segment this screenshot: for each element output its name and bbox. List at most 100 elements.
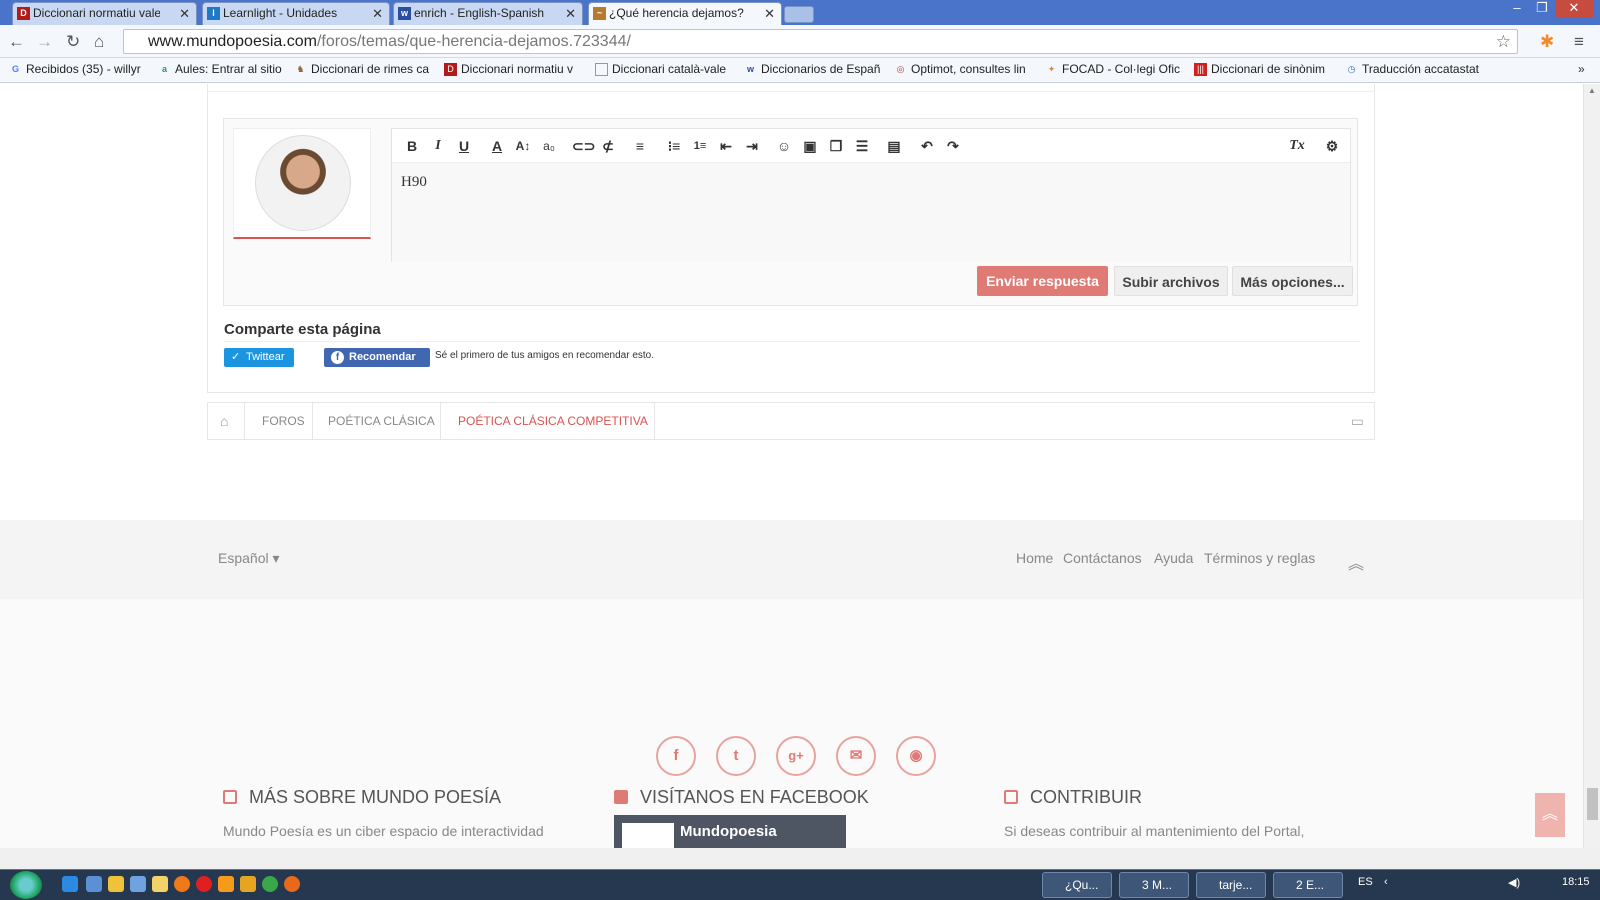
acrobat-icon[interactable] (196, 876, 212, 892)
bookmark-item[interactable]: G Recibidos (35) - willyr (7, 58, 145, 80)
twitter-share-button[interactable]: ✓ Twittear (224, 348, 294, 367)
google-plus-icon[interactable]: g+ (776, 736, 816, 776)
bookmark-item[interactable]: a Aules: Entrar al sitio (156, 58, 284, 80)
folder-icon[interactable] (152, 876, 168, 892)
tab-mundopoesia[interactable]: ~ ¿Qué herencia dejamos? | ✕ (588, 2, 782, 25)
tab-learnlight[interactable]: l Learnlight - Unidades ✕ (202, 2, 390, 25)
upload-files-button[interactable]: Subir archivos (1114, 266, 1228, 296)
close-tab-icon[interactable]: ✕ (764, 3, 775, 24)
taskbar-word[interactable]: 3 M... (1119, 872, 1189, 898)
bold-icon[interactable]: B (402, 137, 422, 155)
outlook-icon[interactable] (108, 876, 124, 892)
close-window-icon[interactable]: ✕ (1555, 0, 1593, 18)
insert-icon[interactable]: ☰ (852, 137, 872, 155)
input-language[interactable]: ES (1358, 876, 1373, 888)
app-icon[interactable] (240, 876, 256, 892)
image-icon[interactable]: ▣ (800, 137, 820, 155)
bookmark-item[interactable]: ✦ FOCAD - Col·legi Ofic (1043, 58, 1181, 80)
taskbar-explorer[interactable]: 2 E... (1273, 872, 1343, 898)
save-draft-icon[interactable]: ▤ (884, 137, 904, 155)
avatar[interactable] (255, 135, 351, 231)
unlink-icon[interactable]: ⊄ (598, 137, 618, 155)
scroll-top-icon[interactable]: ︽ (1348, 550, 1364, 574)
font-color-icon[interactable]: A (487, 137, 507, 155)
send-reply-button[interactable]: Enviar respuesta (977, 266, 1108, 296)
bookmark-item[interactable]: w Diccionarios de Españ (742, 58, 880, 80)
bookmark-item[interactable]: ♞ Diccionari de rimes ca (292, 58, 431, 80)
footer-link-home[interactable]: Home (1016, 550, 1053, 566)
language-chooser[interactable]: Español ▾ (218, 550, 280, 567)
media-icon[interactable]: ❐ (826, 137, 846, 155)
tab-diccionari[interactable]: D Diccionari normatiu valen ✕ (12, 2, 197, 25)
address-bar[interactable]: www.mundopoesia.com/foros/temas/que-here… (123, 29, 1518, 54)
start-button[interactable] (10, 871, 42, 899)
twitter-icon[interactable]: t (716, 736, 756, 776)
forward-icon[interactable]: → (36, 32, 53, 52)
bookmark-item[interactable]: Diccionari català-vale (593, 58, 731, 80)
footer-link-terms[interactable]: Términos y reglas (1204, 550, 1315, 566)
close-tab-icon[interactable]: ✕ (372, 3, 383, 24)
editor-content[interactable]: H90 (392, 163, 1350, 262)
bookmark-item[interactable]: ◎ Optimot, consultes lin (892, 58, 1030, 80)
tab-wordreference[interactable]: w enrich - English-Spanish D ✕ (393, 2, 583, 25)
rss-icon[interactable]: ◉ (896, 736, 936, 776)
bookmark-item[interactable]: ||| Diccionari de sinònim (1192, 58, 1330, 80)
more-options-button[interactable]: Más opciones... (1232, 266, 1353, 296)
smiley-icon[interactable]: ☺ (774, 137, 794, 155)
more-bookmarks-icon[interactable]: » (1578, 58, 1585, 80)
reload-icon[interactable]: ↻ (66, 32, 80, 52)
back-to-top-button[interactable]: ︽ (1535, 793, 1565, 837)
chrome-icon[interactable] (262, 876, 278, 892)
breadcrumb-current[interactable]: POÉTICA CLÁSICA COMPETITIVA (458, 403, 648, 439)
facebook-page-widget[interactable]: Mundopoesia (614, 815, 846, 848)
app-icon[interactable] (174, 876, 190, 892)
taskbar-chrome[interactable]: ¿Qu... (1042, 872, 1112, 898)
taskbar-pdf[interactable]: tarje... (1196, 872, 1266, 898)
align-icon[interactable]: ≡ (630, 137, 650, 155)
outdent-icon[interactable]: ⇤ (716, 137, 736, 155)
ie-icon[interactable] (62, 876, 78, 892)
bookmark-item[interactable]: ◷ Traducción accatastat (1343, 58, 1481, 80)
show-hidden-icons[interactable]: ‹ (1384, 876, 1388, 888)
italic-icon[interactable]: I (428, 137, 448, 155)
breadcrumb-poetica-clasica[interactable]: POÉTICA CLÁSICA (328, 403, 435, 439)
breadcrumb-foros[interactable]: FOROS (262, 403, 305, 439)
explorer-icon[interactable] (130, 876, 146, 892)
bullet-list-icon[interactable]: ⁝≡ (664, 137, 684, 155)
undo-icon[interactable]: ↶ (917, 137, 937, 155)
remove-formatting-icon[interactable]: Tx (1287, 137, 1307, 155)
font-size-icon[interactable]: A↕ (513, 137, 533, 155)
bookmark-star-icon[interactable]: ☆ (1496, 30, 1511, 53)
page-scrollbar[interactable]: ▲ (1583, 84, 1600, 848)
redo-icon[interactable]: ↷ (943, 137, 963, 155)
firefox-icon[interactable] (284, 876, 300, 892)
menu-icon[interactable]: ≡ (1574, 32, 1584, 52)
minimize-icon[interactable]: – (1505, 0, 1529, 18)
underline-icon[interactable]: U (454, 137, 474, 155)
footer-link-help[interactable]: Ayuda (1154, 550, 1193, 566)
scrollbar-thumb[interactable] (1587, 788, 1598, 820)
close-tab-icon[interactable]: ✕ (565, 3, 576, 24)
close-tab-icon[interactable]: ✕ (179, 3, 190, 24)
facebook-recommend-button[interactable]: f Recomendar (324, 348, 430, 367)
footer-link-contact[interactable]: Contáctanos (1063, 550, 1142, 566)
clock[interactable]: 18:15 (1562, 876, 1590, 888)
home-icon[interactable]: ⌂ (94, 32, 104, 52)
back-icon[interactable]: ← (8, 32, 25, 52)
extension-icon[interactable]: ✱ (1540, 32, 1554, 52)
font-family-icon[interactable]: a₀ (539, 137, 559, 155)
scroll-up-icon[interactable]: ▲ (1588, 86, 1596, 95)
numbered-list-icon[interactable]: 1≡ (690, 137, 710, 155)
media-player-icon[interactable] (218, 876, 234, 892)
bookmark-item[interactable]: D Diccionari normatiu v (442, 58, 580, 80)
link-icon[interactable]: ⊂⊃ (572, 137, 595, 155)
desktop-icon[interactable] (86, 876, 102, 892)
restore-icon[interactable]: ❐ (1530, 0, 1554, 18)
toggle-bbcode-icon[interactable]: ⚙ (1322, 137, 1342, 155)
indent-icon[interactable]: ⇥ (742, 137, 762, 155)
new-tab-button[interactable] (784, 6, 814, 23)
facebook-icon[interactable]: f (656, 736, 696, 776)
volume-icon[interactable]: ◀) (1508, 876, 1520, 889)
home-icon[interactable]: ⌂ (220, 403, 228, 439)
email-icon[interactable]: ✉ (836, 736, 876, 776)
